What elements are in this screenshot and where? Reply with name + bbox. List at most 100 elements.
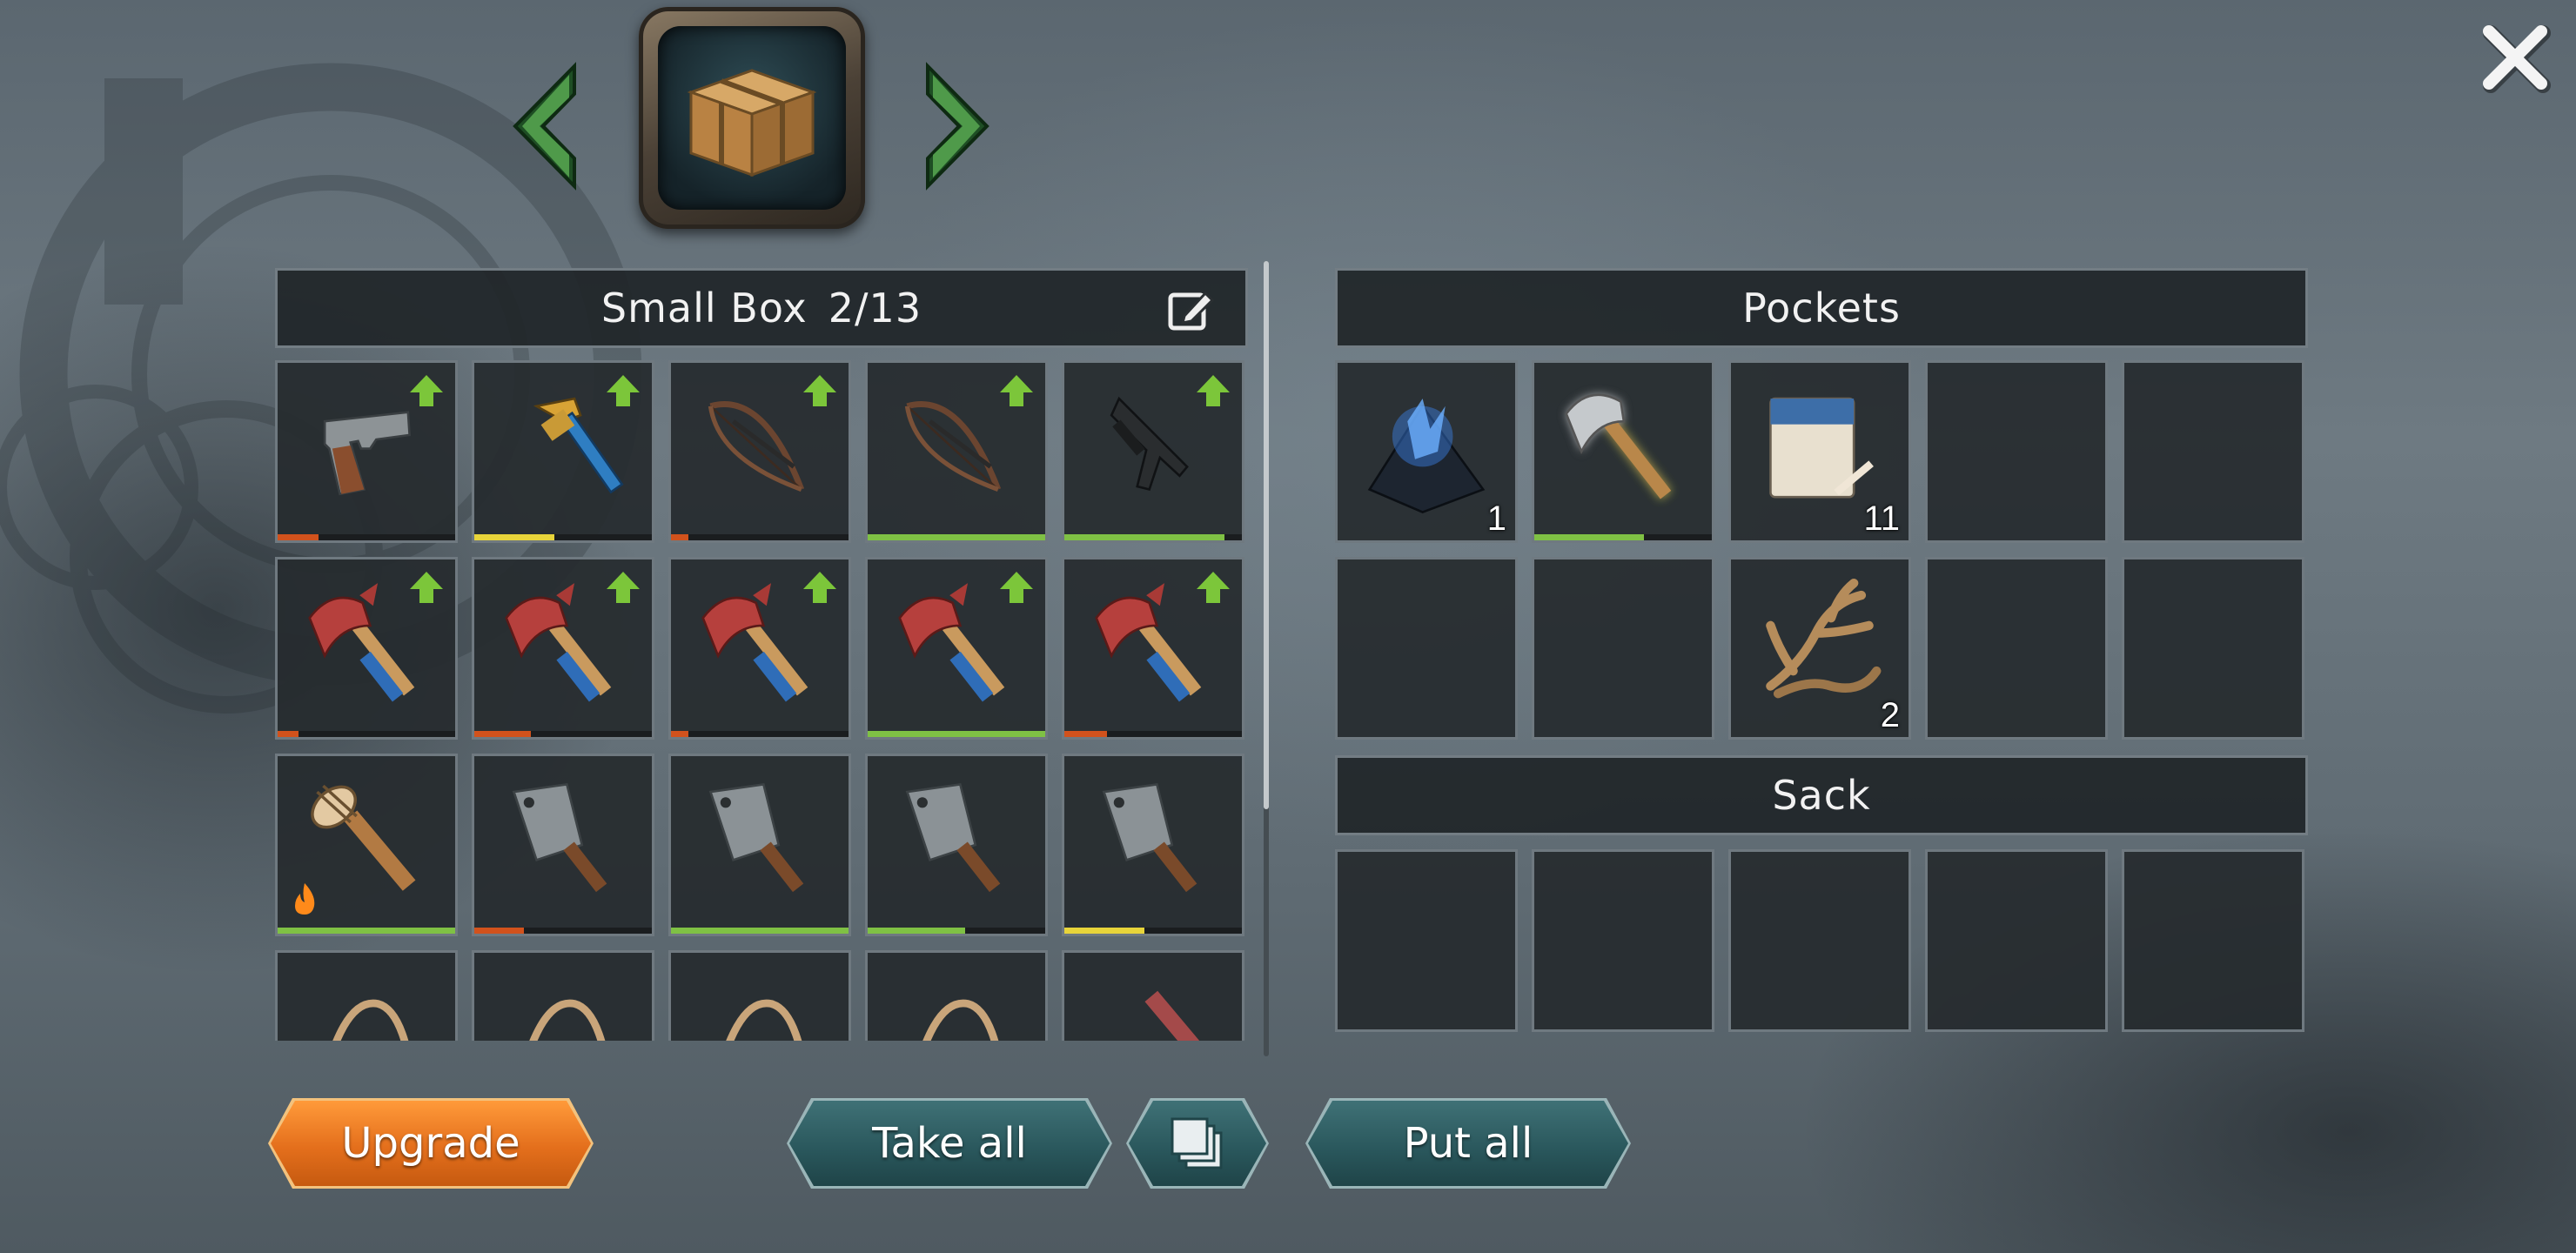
durability-fill <box>474 534 554 540</box>
upgrade-available-arrow-icon <box>1197 375 1230 406</box>
baseball-bat-icon <box>1144 990 1229 1041</box>
durability-fill <box>671 731 689 737</box>
container-name: Small Box <box>600 285 808 332</box>
upgrade-available-arrow-icon <box>803 572 836 603</box>
upgrade-available-arrow-icon <box>1000 375 1033 406</box>
item-count: 11 <box>1863 499 1900 538</box>
pocket-slot[interactable] <box>1925 360 2108 543</box>
box-slot[interactable] <box>865 360 1048 543</box>
stack-icon <box>1167 1116 1228 1171</box>
durability-bar <box>868 731 1045 737</box>
pocket-slot[interactable] <box>1335 557 1518 740</box>
box-slot[interactable] <box>472 950 654 1041</box>
pocket-slot[interactable] <box>2122 360 2304 543</box>
fire-element-icon <box>295 883 315 915</box>
wooden-crate-icon <box>687 68 817 177</box>
upgrade-available-arrow-icon <box>1197 572 1230 603</box>
box-slot[interactable] <box>275 557 458 740</box>
durability-fill <box>1534 534 1645 540</box>
sack-slot[interactable] <box>1335 849 1518 1032</box>
stack-items-button[interactable] <box>1129 1101 1266 1186</box>
container-header: Small Box 2/13 <box>275 268 1248 348</box>
durability-bar <box>1534 534 1712 540</box>
pocket-slot[interactable]: 2 <box>1728 557 1911 740</box>
pockets-title: Pockets <box>1742 285 1901 332</box>
upgrade-available-arrow-icon <box>1000 572 1033 603</box>
pocket-slot[interactable]: 11 <box>1728 360 1911 543</box>
durability-bar <box>671 731 849 737</box>
durability-fill <box>671 928 849 934</box>
box-slot[interactable] <box>668 360 851 543</box>
sack-slot[interactable] <box>1532 849 1714 1032</box>
durability-bar <box>474 928 652 934</box>
box-slot[interactable] <box>275 360 458 543</box>
rope-icon <box>332 999 409 1041</box>
prev-container-arrow-icon[interactable] <box>503 61 587 191</box>
durability-bar <box>278 928 455 934</box>
box-slot[interactable] <box>472 754 654 936</box>
box-slot[interactable] <box>1062 360 1244 543</box>
pocket-slot[interactable] <box>1532 360 1714 543</box>
cleaver-icon <box>708 782 804 893</box>
durability-fill <box>278 928 455 934</box>
pocket-slot[interactable]: 1 <box>1335 360 1518 543</box>
box-slot[interactable] <box>1062 754 1244 936</box>
box-slot[interactable] <box>1062 950 1244 1041</box>
sack-header: Sack <box>1335 755 2308 835</box>
hatchet-icon <box>1565 393 1672 500</box>
sack-slot[interactable] <box>1728 849 1911 1032</box>
box-slot[interactable] <box>668 950 851 1041</box>
box-slot[interactable] <box>865 557 1048 740</box>
box-slot[interactable] <box>668 754 851 936</box>
box-slot[interactable] <box>472 557 654 740</box>
box-slot[interactable] <box>275 754 458 936</box>
durability-fill <box>1064 731 1107 737</box>
rope-icon <box>922 999 999 1041</box>
pocket-slot[interactable] <box>1925 557 2108 740</box>
container-monitor <box>639 7 865 229</box>
box-slot[interactable] <box>472 360 654 543</box>
durability-fill <box>278 731 299 737</box>
put-all-button[interactable]: Put all <box>1308 1101 1628 1186</box>
container-capacity: 2/13 <box>828 285 922 332</box>
close-icon[interactable] <box>2479 21 2555 97</box>
durability-bar <box>278 534 455 540</box>
pocket-slot[interactable] <box>1532 557 1714 740</box>
next-container-arrow-icon[interactable] <box>916 61 999 191</box>
sack-slot[interactable] <box>2122 849 2304 1032</box>
antlers-icon <box>1766 578 1882 699</box>
take-all-button-frame: Take all <box>787 1098 1112 1189</box>
take-all-button[interactable]: Take all <box>789 1101 1110 1186</box>
stack-items-button-frame <box>1126 1098 1269 1189</box>
cleaver-icon <box>1102 782 1197 893</box>
upgrade-available-arrow-icon <box>410 375 443 406</box>
blue-crystal-ore-icon <box>1367 399 1486 514</box>
durability-bar <box>671 928 849 934</box>
item-count: 2 <box>1880 696 1900 734</box>
box-slot[interactable] <box>865 754 1048 936</box>
durability-fill <box>474 731 532 737</box>
scrollbar-thumb[interactable] <box>1264 261 1269 809</box>
box-slot[interactable] <box>668 557 851 740</box>
durability-bar <box>474 731 652 737</box>
container-scrollbar[interactable] <box>1264 261 1269 1056</box>
upgrade-available-arrow-icon <box>803 375 836 406</box>
cleaver-icon <box>905 782 1001 893</box>
box-slot[interactable] <box>865 950 1048 1041</box>
durability-fill <box>671 534 689 540</box>
upgrade-button[interactable]: Upgrade <box>271 1101 591 1186</box>
upgrade-available-arrow-icon <box>607 572 640 603</box>
upgrade-available-arrow-icon <box>410 572 443 603</box>
sack-slot[interactable] <box>1925 849 2108 1032</box>
cleaver-icon <box>512 782 607 893</box>
durability-bar <box>671 534 849 540</box>
edit-name-icon[interactable] <box>1167 288 1214 332</box>
durability-bar <box>1064 731 1242 737</box>
durability-fill <box>278 534 319 540</box>
pockets-header: Pockets <box>1335 268 2308 348</box>
box-slot[interactable] <box>1062 557 1244 740</box>
box-slot[interactable] <box>275 950 458 1041</box>
pocket-slot[interactable] <box>2122 557 2304 740</box>
item-count: 1 <box>1486 499 1506 538</box>
durability-bar <box>278 731 455 737</box>
